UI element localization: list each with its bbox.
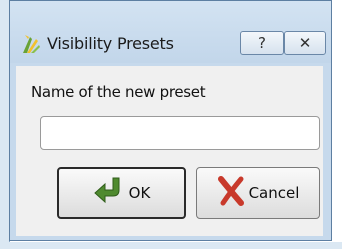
help-icon: ? (258, 34, 266, 52)
preset-name-input[interactable] (40, 116, 320, 150)
visibility-presets-dialog: Visibility Presets ? ✕ Name of the new p… (9, 0, 332, 241)
background-window-bottom (0, 242, 342, 249)
help-button[interactable]: ? (240, 31, 284, 55)
preset-name-label: Name of the new preset (31, 83, 206, 101)
close-button[interactable]: ✕ (284, 31, 326, 55)
qgis-icon (21, 33, 41, 55)
ok-button[interactable]: OK (57, 167, 186, 219)
cancel-button[interactable]: Cancel (196, 167, 320, 219)
close-icon: ✕ (298, 34, 312, 52)
ok-button-label: OK (128, 184, 151, 202)
cancel-x-icon (217, 175, 247, 211)
window-title: Visibility Presets (47, 34, 174, 53)
ok-arrow-icon (93, 176, 127, 210)
cancel-button-label: Cancel (248, 184, 300, 202)
